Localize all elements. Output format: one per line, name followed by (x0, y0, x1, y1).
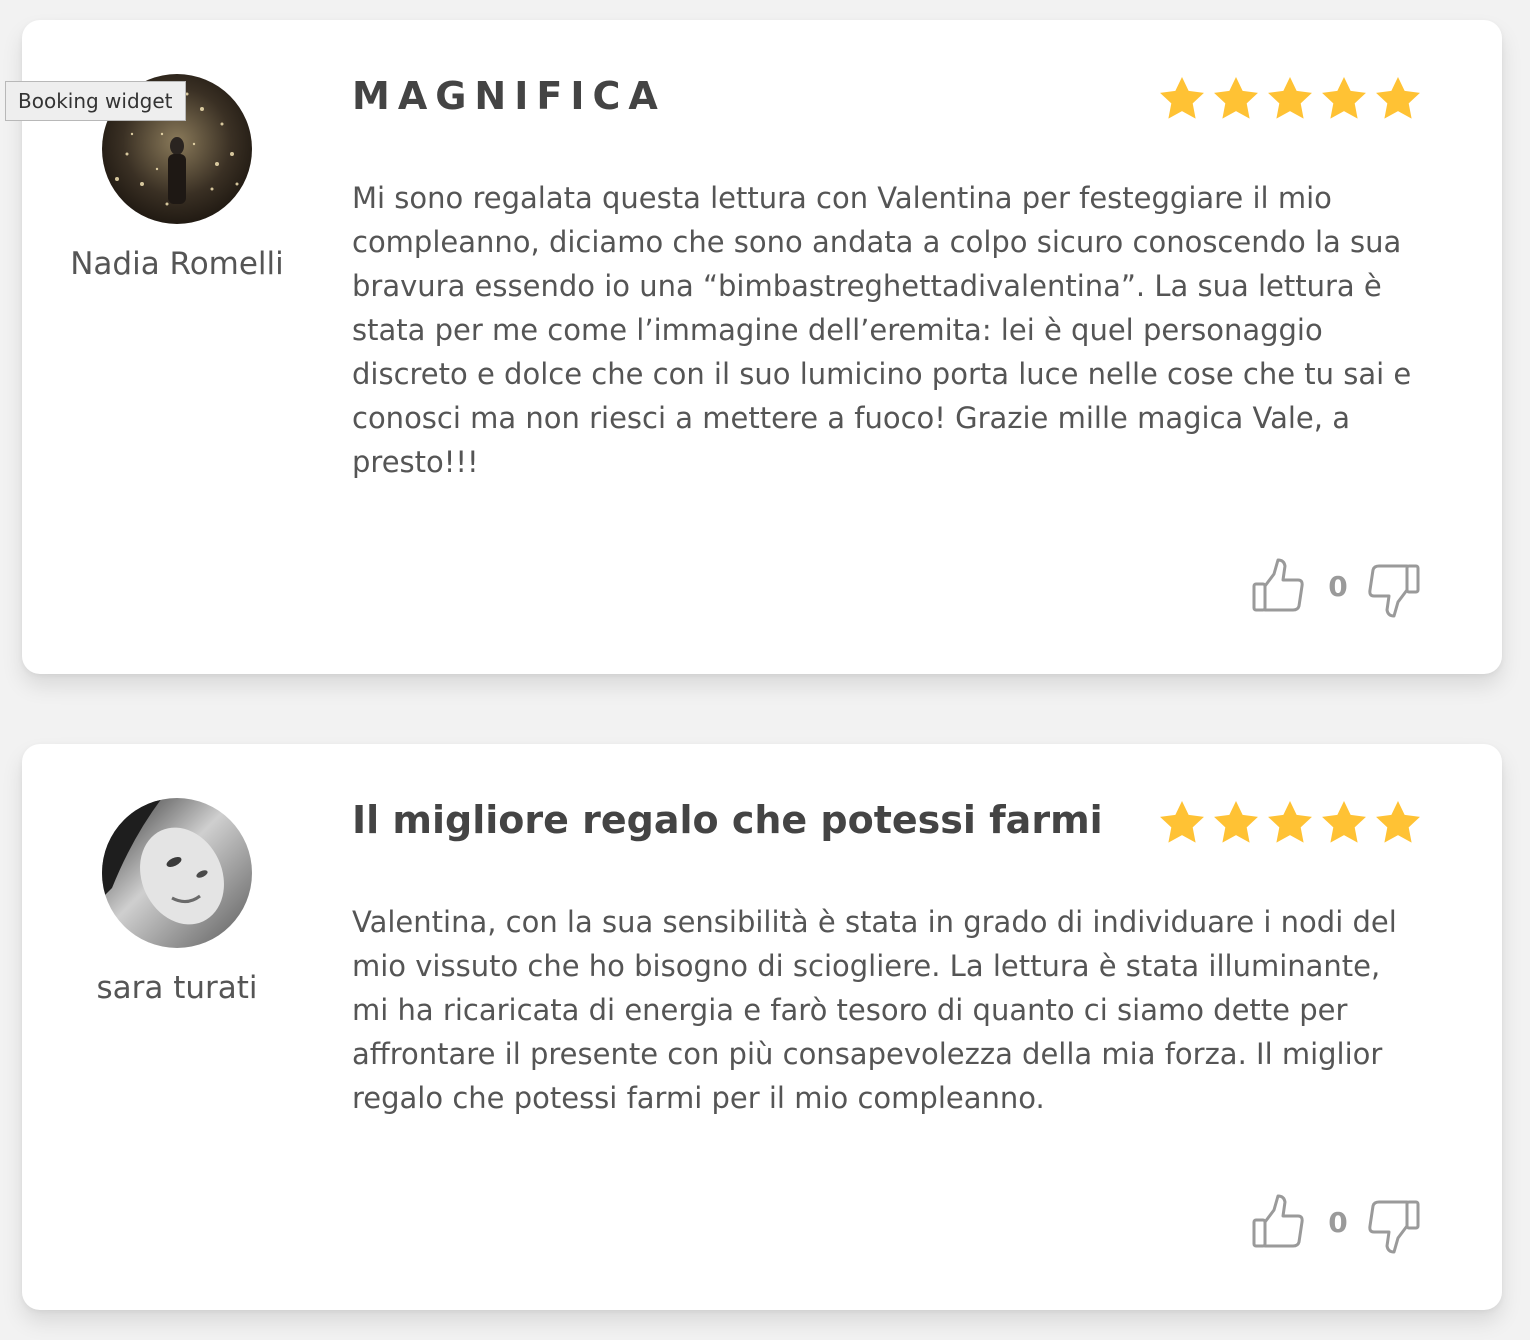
star-icon (1263, 72, 1317, 126)
star-icon (1317, 796, 1371, 850)
vote-count: 0 (1328, 1206, 1348, 1239)
star-rating (1155, 796, 1425, 850)
review-card: Nadia Romelli MAGNIFICA Mi sono regalata… (22, 20, 1502, 674)
review-title: MAGNIFICA (352, 74, 666, 118)
star-icon (1209, 72, 1263, 126)
star-icon (1371, 72, 1425, 126)
thumbs-down-icon (1368, 564, 1420, 618)
star-icon (1371, 796, 1425, 850)
review-title: Il migliore regalo che potessi farmi (352, 798, 1103, 842)
review-author: sara turati (96, 970, 258, 1006)
review-body: Valentina, con la sua sensibilità è stat… (352, 905, 1397, 1115)
vote-count: 0 (1328, 570, 1348, 603)
thumbs-up-icon (1252, 1194, 1304, 1248)
thumbs-up-button[interactable] (1250, 556, 1310, 620)
review-body: Mi sono regalata questa lettura con Vale… (352, 181, 1412, 479)
avatar (102, 798, 252, 948)
review-author: Nadia Romelli (70, 246, 284, 282)
star-icon (1209, 796, 1263, 850)
thumbs-down-button[interactable] (1362, 556, 1422, 620)
thumbs-up-icon (1252, 558, 1304, 612)
thumbs-down-icon (1368, 1200, 1420, 1254)
vote-controls: 0 (1250, 1192, 1430, 1256)
star-rating (1155, 72, 1425, 126)
vote-controls: 0 (1250, 556, 1430, 620)
review-card: sara turati Il migliore regalo che potes… (22, 744, 1502, 1310)
avatar-photo-2 (102, 798, 252, 948)
star-icon (1155, 796, 1209, 850)
star-icon (1155, 72, 1209, 126)
thumbs-down-button[interactable] (1362, 1192, 1422, 1256)
thumbs-up-button[interactable] (1250, 1192, 1310, 1256)
reviews-page: Booking widget Nadia Romelli MAGNIFICA M… (0, 0, 1530, 1340)
star-icon (1263, 796, 1317, 850)
star-icon (1317, 72, 1371, 126)
booking-widget-tooltip: Booking widget (5, 81, 186, 121)
